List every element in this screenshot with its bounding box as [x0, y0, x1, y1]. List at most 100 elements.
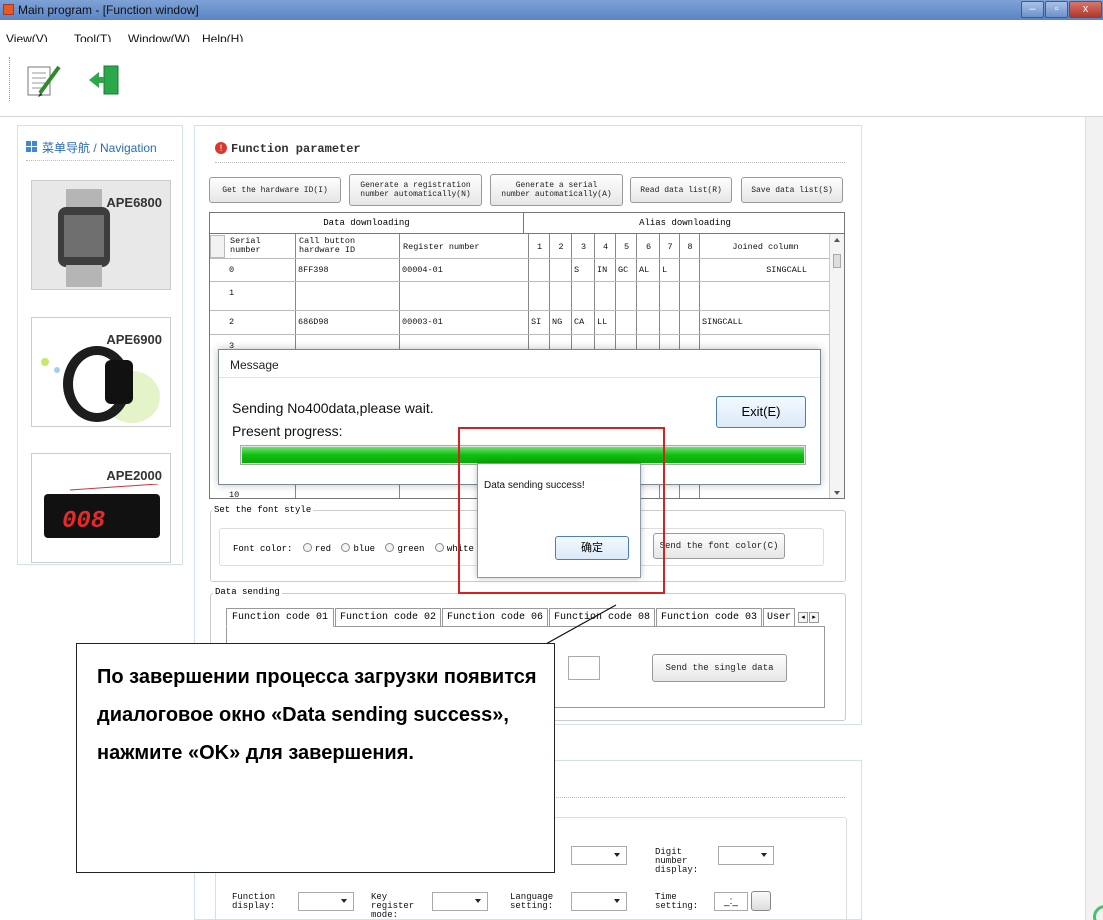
- send-single-data-button[interactable]: Send the single data: [652, 654, 787, 682]
- grid-column-header[interactable]: 2: [553, 243, 569, 252]
- radio-blue-label: blue: [353, 544, 376, 554]
- grid-cell[interactable]: 10: [229, 490, 239, 498]
- grid-cell[interactable]: S: [574, 265, 593, 275]
- close-button[interactable]: x: [1069, 1, 1102, 18]
- grid-cell[interactable]: 0: [229, 265, 294, 275]
- progress-label: Present progress:: [232, 423, 343, 439]
- time-spinner-button[interactable]: [751, 891, 771, 911]
- time-setting-label: Time setting:: [655, 892, 699, 911]
- font-color-row: Font color: red blue green white: [233, 543, 474, 554]
- key-register-mode-dropdown[interactable]: [432, 892, 488, 911]
- radio-green[interactable]: [385, 543, 395, 552]
- grid-cell[interactable]: SINGCALL: [702, 317, 829, 327]
- exit-door-icon[interactable]: [86, 64, 122, 96]
- font-style-legend: Set the font style: [212, 505, 314, 515]
- instruction-callout: По завершении процесса загрузки появится…: [76, 643, 555, 873]
- callout-pointer: [543, 604, 617, 646]
- grid-cell[interactable]: 686D98: [298, 317, 398, 327]
- digit-number-display-label: Digit number display:: [655, 847, 699, 875]
- generate-serial-button[interactable]: Generate a serial number automatically(A…: [490, 174, 623, 206]
- nav-item-ape6900[interactable]: APE6900: [31, 317, 171, 427]
- function-display-label: Function display:: [232, 892, 276, 911]
- grid-column-header[interactable]: 4: [598, 243, 613, 252]
- language-setting-label: Language setting:: [510, 892, 554, 911]
- grid-cell[interactable]: SINGCALL: [702, 265, 829, 275]
- grid-cell[interactable]: 00004-01: [402, 265, 527, 275]
- function-display-dropdown[interactable]: [298, 892, 354, 911]
- minimize-button[interactable]: –: [1021, 1, 1044, 18]
- radio-red[interactable]: [302, 543, 312, 552]
- grid-cell[interactable]: L: [662, 265, 678, 275]
- grid-select-all-cell[interactable]: [210, 235, 225, 258]
- sending-status-text: Sending No400data,please wait.: [232, 400, 434, 416]
- grid-column-header[interactable]: 8: [683, 243, 697, 252]
- save-data-list-button[interactable]: Save data list(S): [741, 177, 843, 203]
- highlight-frame: [458, 427, 665, 594]
- grid-cell[interactable]: 8FF398: [298, 265, 398, 275]
- grid-cell[interactable]: CA: [574, 317, 593, 327]
- nav-item-label: APE6900: [106, 332, 162, 347]
- grid-column-header[interactable]: Serial number: [230, 237, 293, 255]
- radio-blue[interactable]: [341, 543, 351, 552]
- grid-group-header: Data downloading: [210, 213, 524, 234]
- grid-column-header[interactable]: Joined column: [703, 243, 828, 252]
- grid-cell[interactable]: IN: [597, 265, 614, 275]
- grid-column-header[interactable]: Call button hardware ID: [299, 237, 397, 255]
- tab-scroll-left-icon[interactable]: ◂: [798, 612, 808, 623]
- title-divider: [215, 162, 845, 163]
- grid-cell[interactable]: 1: [229, 288, 294, 298]
- grid-cell[interactable]: LL: [597, 317, 614, 327]
- time-setting-input[interactable]: _:_: [714, 892, 748, 911]
- pager-display-icon: 008: [44, 484, 160, 538]
- nav-item-ape2000[interactable]: 008 APE2000: [31, 453, 171, 563]
- window-titlebar[interactable]: Main program - [Function window] – ▫ x: [0, 0, 1103, 20]
- exit-button[interactable]: Exit(E): [716, 396, 806, 428]
- grid-scrollbar[interactable]: [829, 234, 844, 498]
- grid-column-header[interactable]: 7: [663, 243, 677, 252]
- grid-cell[interactable]: AL: [639, 265, 658, 275]
- send-font-color-button[interactable]: Send the font color(C): [653, 533, 785, 559]
- band-device-icon: [41, 346, 160, 423]
- grid-cell[interactable]: 00003-01: [402, 317, 527, 327]
- grid-row-line: [210, 258, 830, 259]
- window-title: Main program - [Function window]: [18, 3, 199, 17]
- nav-item-label: APE2000: [106, 468, 162, 483]
- language-setting-dropdown[interactable]: [571, 892, 627, 911]
- data-sending-legend: Data sending: [213, 587, 282, 597]
- function-parameter-title: Function parameter: [231, 142, 361, 156]
- edit-document-icon[interactable]: [26, 63, 62, 99]
- grid-column-header[interactable]: 1: [532, 243, 547, 252]
- dropdown-setting[interactable]: [571, 846, 627, 865]
- grid-cell[interactable]: 2: [229, 317, 294, 327]
- grid-column-header[interactable]: Register number: [403, 243, 526, 252]
- tab-function-code-06[interactable]: Function code 06: [442, 608, 548, 627]
- grid-cell[interactable]: GC: [618, 265, 635, 275]
- font-color-label: Font color:: [233, 544, 293, 554]
- message-dialog-title: Message: [230, 358, 279, 372]
- tab-scroll-right-icon[interactable]: ▸: [809, 612, 819, 623]
- radio-white[interactable]: [434, 543, 444, 552]
- tab-function-code-02[interactable]: Function code 02: [335, 608, 441, 627]
- digit-number-display-dropdown[interactable]: [718, 846, 774, 865]
- pager-display-digits: 008: [62, 508, 105, 535]
- get-hardware-id-button[interactable]: Get the hardware ID(I): [209, 177, 341, 203]
- tab-function-code-01[interactable]: Function code 01: [226, 608, 334, 627]
- maximize-button[interactable]: ▫: [1045, 1, 1068, 18]
- grid-cell[interactable]: SI: [531, 317, 548, 327]
- tab-function-code-03[interactable]: Function code 03: [656, 608, 762, 627]
- single-data-input[interactable]: [568, 656, 600, 680]
- main-scrollbar[interactable]: [1085, 117, 1103, 920]
- generate-registration-button[interactable]: Generate a registration number automatic…: [349, 174, 482, 206]
- nav-item-ape6800[interactable]: APE6800: [31, 180, 171, 290]
- toolbar: [0, 42, 1103, 117]
- toolbar-grip: [9, 57, 12, 101]
- radio-red-label: red: [314, 544, 332, 554]
- tab-user[interactable]: User: [763, 608, 795, 627]
- navigation-panel: 菜单导航 / Navigation APE6800 APE6900 008 AP…: [17, 125, 183, 565]
- grid-column-header[interactable]: 6: [640, 243, 657, 252]
- grid-cell[interactable]: NG: [552, 317, 570, 327]
- read-data-list-button[interactable]: Read data list(R): [630, 177, 732, 203]
- grid-column-header[interactable]: 5: [619, 243, 634, 252]
- navigation-title: 菜单导航 / Navigation: [42, 141, 157, 155]
- grid-column-header[interactable]: 3: [575, 243, 592, 252]
